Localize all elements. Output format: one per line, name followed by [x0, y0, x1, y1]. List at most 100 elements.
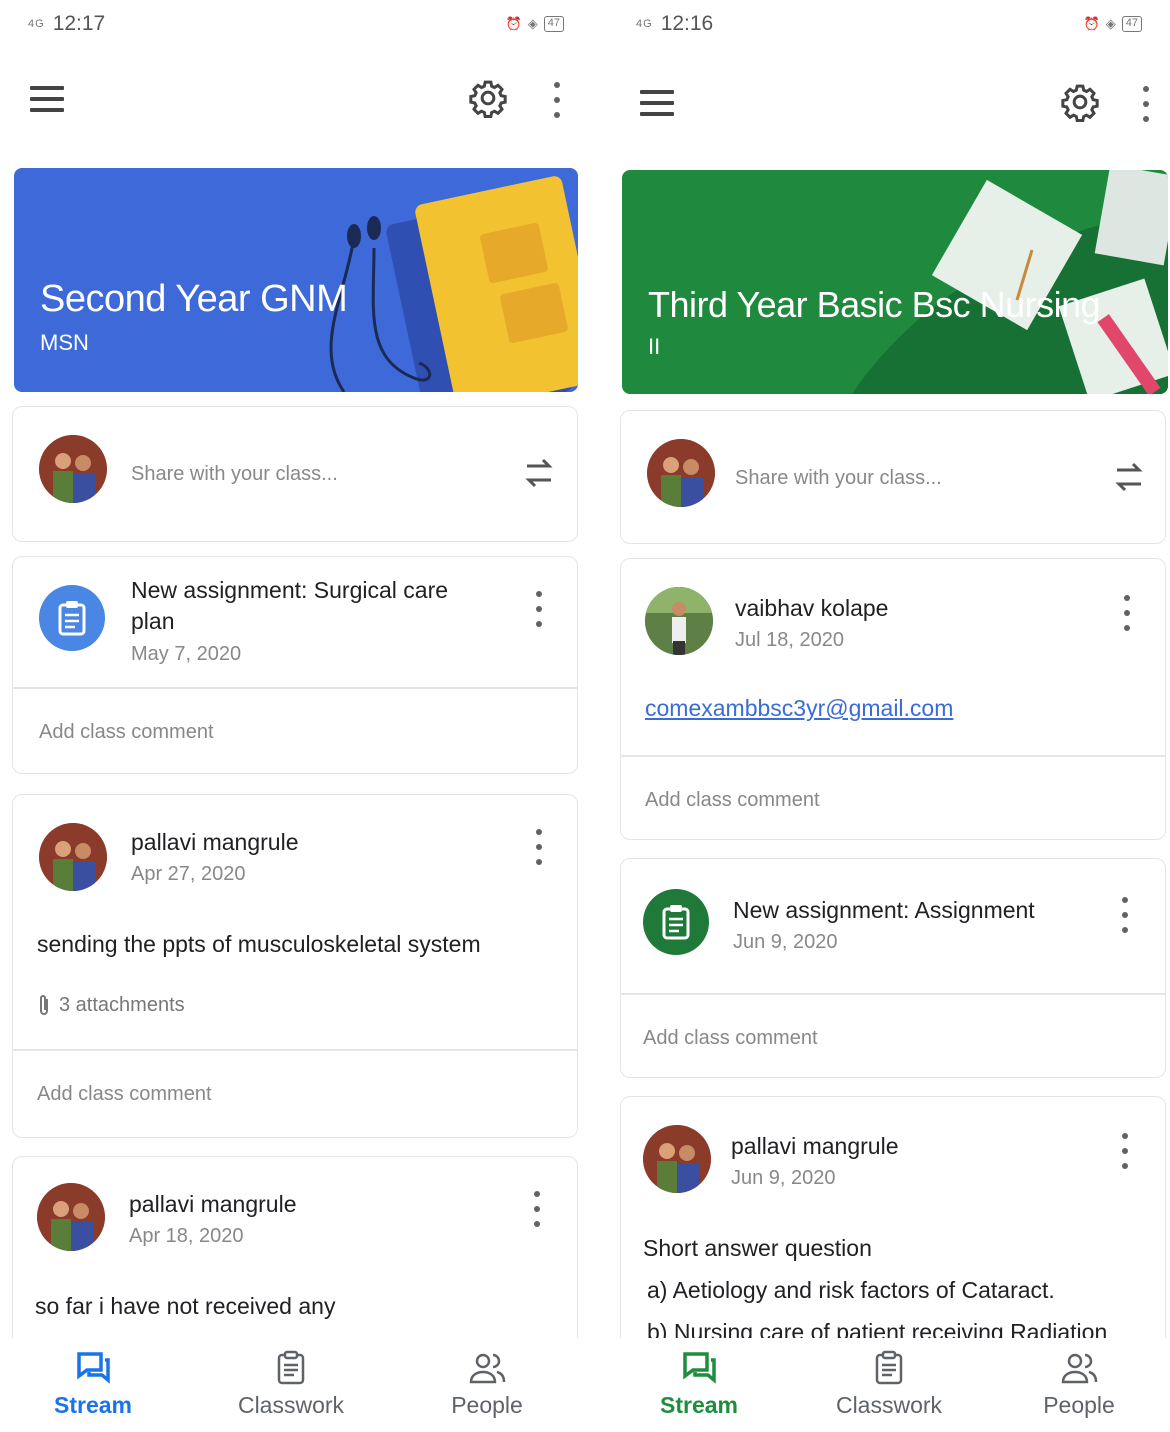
class-banner[interactable]: Third Year Basic Bsc Nursing II — [622, 170, 1168, 394]
share-placeholder: Share with your class... — [131, 463, 338, 485]
divider — [621, 993, 1165, 995]
vibrate-icon: ◈ — [527, 16, 538, 31]
user-avatar — [39, 435, 107, 503]
status-icons: ⏰ ◈ 47 — [506, 16, 564, 32]
nav-label: People — [451, 1392, 523, 1418]
post-menu-icon[interactable] — [533, 829, 545, 865]
post-menu-icon[interactable] — [533, 591, 545, 627]
status-bar: 4G 12:17 ⏰ ◈ 47 — [0, 0, 592, 48]
assignment-icon — [39, 585, 105, 651]
assignment-title[interactable]: New assignment: Surgical care plan — [131, 575, 491, 637]
nav-label: Classwork — [835, 1392, 943, 1418]
status-time: 12:16 — [660, 12, 714, 35]
class-section: II — [648, 334, 661, 359]
post-date: May 7, 2020 — [131, 643, 242, 665]
overflow-menu-icon[interactable] — [551, 82, 563, 118]
post-date: Apr 18, 2020 — [129, 1225, 244, 1247]
left-phone-screen: 4G 12:17 ⏰ ◈ 47 Second Year GNM MSN Shar… — [0, 0, 592, 1432]
nav-classwork[interactable]: Classwork — [814, 1350, 964, 1419]
stream-icon — [77, 1352, 110, 1384]
post-author: pallavi mangrule — [731, 1133, 899, 1159]
share-placeholder: Share with your class... — [735, 467, 942, 489]
class-title: Third Year Basic Bsc Nursing — [648, 284, 1101, 325]
nav-label: Stream — [54, 1392, 132, 1418]
add-comment-field[interactable]: Add class comment — [643, 1027, 818, 1050]
post-author: pallavi mangrule — [131, 829, 299, 855]
nav-label: Classwork — [237, 1392, 345, 1418]
assignment-title[interactable]: New assignment: Assignment — [733, 895, 1035, 926]
app-bar — [606, 70, 1170, 134]
bottom-navigation: Stream Classwork People — [606, 1338, 1170, 1432]
author-avatar — [643, 1125, 711, 1193]
classwork-icon — [875, 1350, 903, 1385]
battery-icon: 47 — [543, 16, 564, 32]
repost-icon[interactable] — [523, 453, 555, 493]
attachments-link[interactable]: 3 attachments — [37, 993, 185, 1017]
alarm-icon: ⏰ — [505, 16, 522, 31]
divider — [621, 755, 1165, 757]
alarm-icon: ⏰ — [1083, 16, 1100, 31]
assignment-card[interactable]: New assignment: Surgical care plan May 7… — [12, 556, 578, 774]
post-author: vaibhav kolape — [735, 595, 889, 621]
author-avatar — [645, 587, 713, 655]
add-comment-field[interactable]: Add class comment — [39, 721, 214, 744]
app-bar — [0, 70, 592, 134]
repost-icon[interactable] — [1113, 457, 1145, 497]
menu-icon[interactable] — [640, 90, 674, 118]
author-avatar — [39, 823, 107, 891]
settings-gear-icon[interactable] — [468, 78, 508, 118]
stream-icon — [683, 1352, 716, 1384]
class-banner[interactable]: Second Year GNM MSN — [14, 168, 578, 392]
post-text-line: a) Aetiology and risk factors of Catarac… — [647, 1277, 1055, 1303]
nav-label: People — [1043, 1392, 1115, 1418]
status-bar: 4G 12:16 ⏰ ◈ 47 — [606, 0, 1170, 48]
class-section: MSN — [40, 330, 89, 355]
post-author: pallavi mangrule — [129, 1191, 297, 1217]
add-comment-field[interactable]: Add class comment — [645, 789, 820, 812]
nav-classwork[interactable]: Classwork — [216, 1350, 366, 1419]
post-menu-icon[interactable] — [1119, 1133, 1131, 1169]
nav-people[interactable]: People — [412, 1350, 562, 1419]
status-time: 12:17 — [52, 12, 106, 35]
menu-icon[interactable] — [30, 86, 64, 114]
nav-label: Stream — [660, 1392, 738, 1418]
signal-indicator: 4G — [636, 18, 653, 30]
assignment-icon — [643, 889, 709, 955]
user-avatar — [647, 439, 715, 507]
post-menu-icon[interactable] — [1119, 897, 1131, 933]
signal-indicator: 4G — [28, 18, 45, 30]
post-date: Jun 9, 2020 — [731, 1167, 836, 1189]
notebooks-illustration — [852, 170, 1168, 394]
share-card[interactable]: Share with your class... — [620, 410, 1166, 544]
post-card[interactable]: vaibhav kolape Jul 18, 2020 comexambbsc3… — [620, 558, 1166, 840]
divider — [13, 1049, 577, 1051]
post-date: Jul 18, 2020 — [735, 629, 844, 651]
battery-icon: 47 — [1121, 16, 1142, 32]
settings-gear-icon[interactable] — [1060, 82, 1100, 122]
post-menu-icon[interactable] — [531, 1191, 543, 1227]
email-link[interactable]: comexambbsc3yr@gmail.com — [645, 695, 953, 722]
post-date: Jun 9, 2020 — [733, 931, 838, 953]
status-icons: ⏰ ◈ 47 — [1084, 16, 1142, 32]
post-text: Short answer question — [643, 1235, 872, 1261]
attachments-count: 3 attachments — [59, 993, 185, 1016]
author-avatar — [37, 1183, 105, 1251]
nav-stream[interactable]: Stream — [18, 1350, 168, 1419]
post-text: so far i have not received any — [35, 1293, 336, 1319]
nav-stream[interactable]: Stream — [624, 1350, 774, 1419]
bottom-navigation: Stream Classwork People — [0, 1338, 592, 1432]
class-title: Second Year GNM — [40, 278, 348, 320]
post-text: sending the ppts of musculoskeletal syst… — [37, 931, 481, 957]
divider — [13, 687, 577, 689]
people-icon — [469, 1353, 506, 1384]
nav-people[interactable]: People — [1004, 1350, 1154, 1419]
right-phone-screen: 4G 12:16 ⏰ ◈ 47 Third Year Basic Bsc Nur… — [606, 0, 1170, 1432]
share-card[interactable]: Share with your class... — [12, 406, 578, 542]
post-card[interactable]: pallavi mangrule Apr 27, 2020 sending th… — [12, 794, 578, 1138]
overflow-menu-icon[interactable] — [1140, 86, 1152, 122]
post-menu-icon[interactable] — [1121, 595, 1133, 631]
vibrate-icon: ◈ — [1105, 16, 1116, 31]
add-comment-field[interactable]: Add class comment — [37, 1083, 212, 1106]
assignment-card[interactable]: New assignment: Assignment Jun 9, 2020 A… — [620, 858, 1166, 1078]
classwork-icon — [277, 1350, 305, 1385]
